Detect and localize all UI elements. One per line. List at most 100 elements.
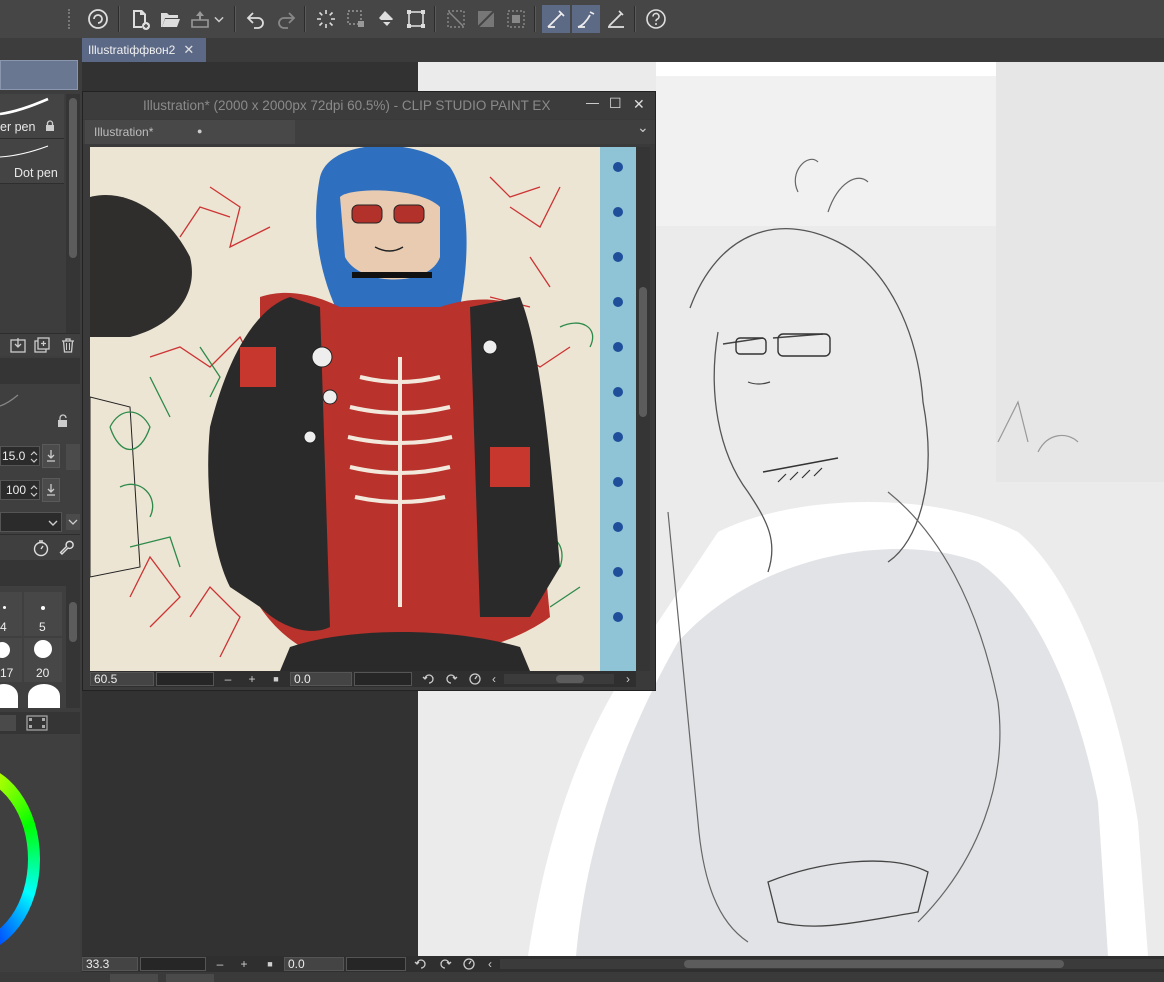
export-dropdown-chevron-icon[interactable] [210, 5, 228, 33]
scroll-left-icon[interactable]: ‹ [486, 671, 502, 687]
close-icon[interactable]: ✕ [183, 42, 194, 58]
scroll-right-icon[interactable]: › [620, 671, 636, 687]
invert-selection-icon[interactable] [472, 5, 500, 33]
canvas-horizontal-scrollbar[interactable] [500, 959, 1164, 969]
canvas-status-bar: 33.3 – + ■ 0.0 ‹ [82, 956, 1164, 972]
brush-list-scrollbar[interactable] [66, 94, 80, 334]
open-folder-icon[interactable] [156, 5, 184, 33]
sub-view-title-bar[interactable]: Illustration* (2000 x 2000px 72dpi 60.5%… [83, 92, 655, 119]
clip-studio-icon[interactable] [84, 5, 112, 33]
opacity-field[interactable]: 100 [0, 480, 40, 500]
canvas-rotation-field[interactable]: 0.0 [284, 957, 344, 971]
close-icon[interactable]: ✕ [633, 96, 645, 113]
duplicate-icon[interactable] [34, 337, 50, 353]
sub-tool-footer [0, 333, 80, 356]
tab-dropdown-chevron-icon[interactable]: ⌄ [637, 120, 649, 136]
color-wheel-panel[interactable] [0, 734, 80, 982]
sub-view-window[interactable]: Illustration* (2000 x 2000px 72dpi 60.5%… [82, 91, 656, 691]
zoom-in-icon[interactable]: + [236, 956, 252, 972]
brush-size-preset[interactable]: 17 [0, 638, 22, 682]
maximize-icon[interactable]: ☐ [609, 95, 622, 112]
brush-item-label: Dot pen [14, 166, 58, 180]
selection-icon[interactable] [342, 5, 370, 33]
snap-ruler-icon[interactable] [542, 5, 570, 33]
tool-property-scrollbar[interactable] [66, 444, 80, 470]
sub-view-vertical-scrollbar[interactable] [636, 147, 650, 671]
sub-view-rotation-slider[interactable] [354, 672, 412, 686]
toolbar-grip[interactable] [68, 9, 76, 29]
preset-label: 5 [39, 620, 46, 634]
brush-size-preset[interactable]: 4 [0, 592, 22, 636]
scroll-down-button[interactable] [66, 514, 80, 530]
sub-tool-group-selected[interactable] [0, 60, 78, 90]
sub-view-tab[interactable]: Illustration* ● [85, 120, 295, 144]
document-tab-label: Illustratiффвон2 [88, 43, 176, 57]
fit-icon[interactable]: ■ [268, 671, 284, 687]
snap-grid-icon[interactable] [602, 5, 630, 33]
brush-size-field[interactable]: 15.0 [0, 446, 40, 466]
unsaved-dot-icon: ● [197, 126, 203, 136]
fill-bucket-icon[interactable] [372, 5, 400, 33]
opacity-slider-toggle[interactable] [42, 478, 60, 502]
preset-label: 20 [36, 666, 50, 680]
clear-outside-icon[interactable] [442, 5, 470, 33]
document-tab-bar [82, 38, 1164, 62]
brush-size-header [0, 560, 80, 586]
loading-sparkle-icon[interactable] [312, 5, 340, 33]
arrow-down-icon [47, 450, 55, 462]
film-strip-icon[interactable] [26, 715, 48, 731]
transform-icon[interactable] [402, 5, 430, 33]
document-tab[interactable]: Illustratiффвон2 ✕ [82, 38, 206, 62]
brush-size-preset[interactable]: 20 [24, 638, 62, 682]
sub-view-horizontal-scrollbar[interactable] [504, 674, 614, 684]
rotate-right-icon[interactable] [438, 957, 452, 971]
rotate-left-icon[interactable] [414, 957, 428, 971]
reset-rotation-icon[interactable] [468, 672, 482, 686]
sub-view-zoom-field[interactable]: 60.5 [90, 672, 154, 686]
snap-special-ruler-icon[interactable] [572, 5, 600, 33]
rotate-left-icon[interactable] [422, 672, 436, 686]
brush-size-scrollbar[interactable] [66, 586, 80, 708]
brush-item-dot-pen[interactable]: Dot pen [0, 139, 64, 184]
reference-image[interactable] [90, 147, 636, 671]
sub-view-zoom-slider[interactable] [156, 672, 214, 686]
canvas-zoom-value: 33.3 [86, 957, 110, 971]
opacity-value: 100 [6, 483, 27, 497]
stopwatch-icon[interactable] [32, 539, 50, 557]
redo-icon[interactable] [272, 5, 300, 33]
canvas-rotation-slider[interactable] [346, 957, 406, 971]
left-panel-column: er pen Dot pen 15.0 100 4 5 17 20 [0, 38, 82, 982]
reset-rotation-icon[interactable] [462, 957, 476, 971]
sub-view-tab-label: Illustration* [94, 125, 154, 139]
stepper-icon[interactable] [29, 483, 39, 499]
help-icon[interactable] [642, 5, 670, 33]
lock-open-icon[interactable] [56, 414, 70, 428]
color-set-tab-icon[interactable] [0, 715, 16, 731]
sub-view-zoom-value: 60.5 [94, 672, 118, 686]
arrow-down-icon [47, 484, 55, 496]
sub-view-rotation-field[interactable]: 0.0 [290, 672, 352, 686]
undo-icon[interactable] [242, 5, 270, 33]
tool-property-panel: 15.0 100 [0, 384, 80, 534]
zoom-in-icon[interactable]: + [244, 671, 260, 687]
minimize-icon[interactable]: — [586, 95, 599, 110]
stepper-icon[interactable] [29, 449, 39, 465]
brush-size-preset[interactable]: 5 [24, 592, 62, 636]
size-slider-toggle[interactable] [42, 444, 60, 468]
import-icon[interactable] [10, 337, 26, 353]
scroll-left-icon[interactable]: ‹ [482, 956, 498, 972]
fit-icon[interactable]: ■ [262, 956, 278, 972]
trash-icon[interactable] [60, 337, 76, 353]
zoom-out-icon[interactable]: – [212, 956, 228, 972]
chevron-down-icon [68, 519, 78, 525]
show-selection-icon[interactable] [502, 5, 530, 33]
new-file-icon[interactable] [126, 5, 154, 33]
blend-dropdown[interactable] [0, 512, 62, 532]
brush-item-label: er pen [0, 120, 36, 134]
canvas-zoom-slider[interactable] [140, 957, 206, 971]
rotate-right-icon[interactable] [444, 672, 458, 686]
brush-item-pen[interactable]: er pen [0, 94, 64, 139]
zoom-out-icon[interactable]: – [220, 671, 236, 687]
canvas-zoom-field[interactable]: 33.3 [82, 957, 138, 971]
wrench-icon[interactable] [58, 539, 76, 557]
